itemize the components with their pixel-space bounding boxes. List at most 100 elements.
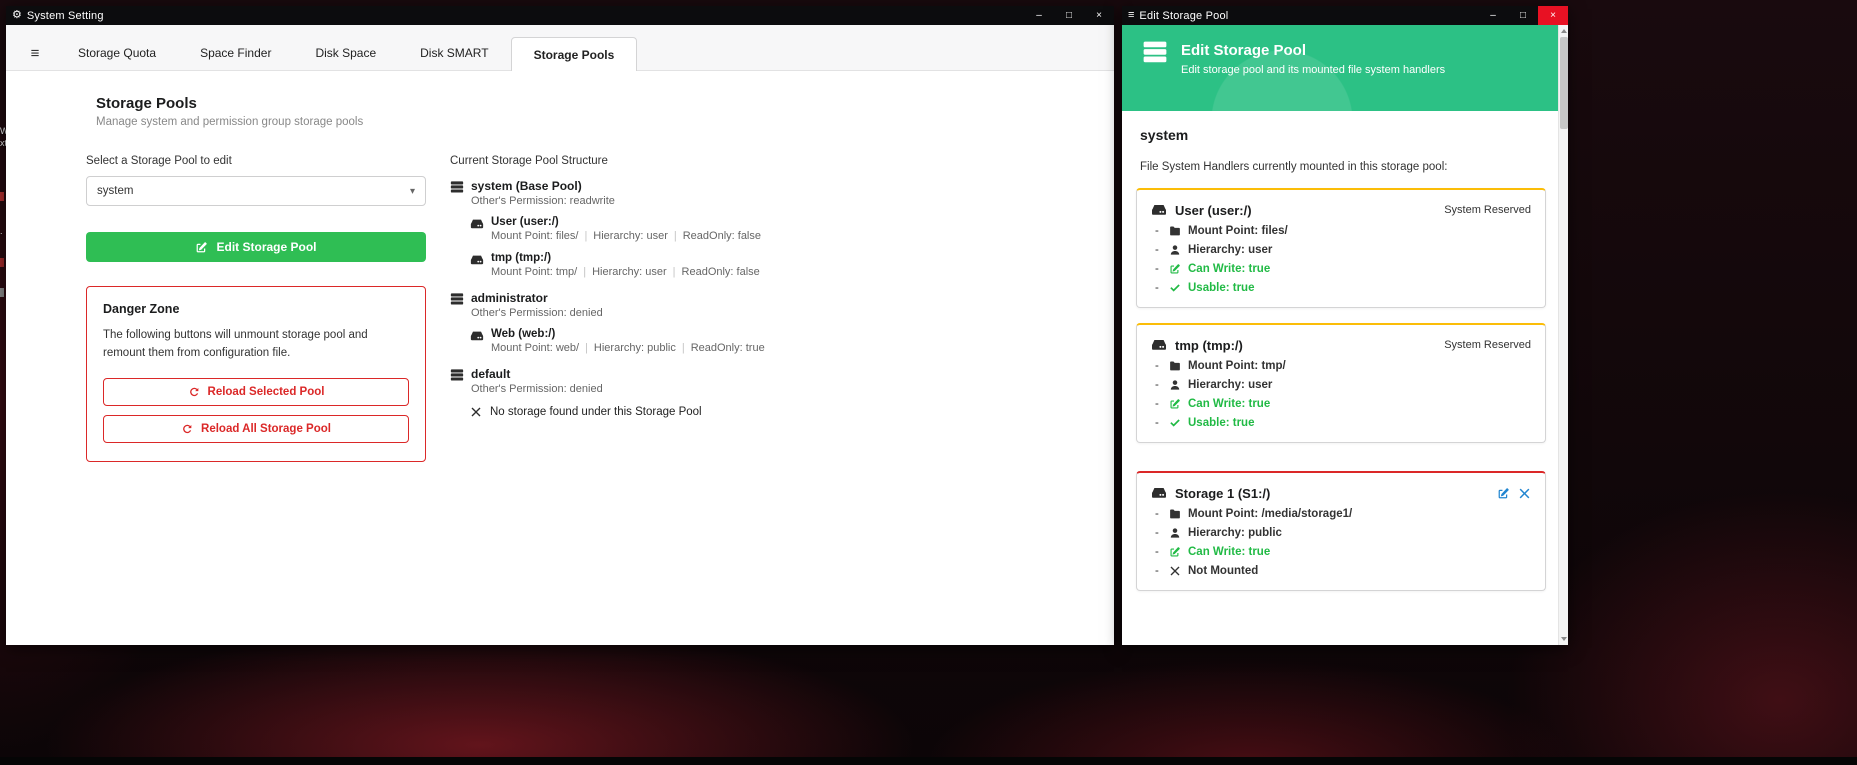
editing-pool-name: system	[1140, 127, 1546, 143]
edit-handler-button[interactable]	[1497, 487, 1510, 500]
dash: -	[1155, 244, 1169, 256]
minimize-button[interactable]: –	[1478, 6, 1508, 25]
tab-bar: ≡ Storage Quota Space Finder Disk Space …	[6, 25, 1114, 71]
selected-pool-value: system	[97, 185, 133, 197]
close-button[interactable]: ×	[1084, 6, 1114, 25]
scrollbar-thumb[interactable]	[1560, 37, 1568, 129]
taskbar[interactable]	[0, 757, 1857, 765]
main-window-titlebar[interactable]: ⚙ System Setting – □ ×	[6, 6, 1114, 25]
hdd-icon	[470, 328, 484, 354]
edit-icon	[195, 241, 208, 254]
storage-details: Mount Point: web/|Hierarchy: public|Read…	[491, 342, 765, 354]
scroll-down-arrow[interactable]	[1561, 637, 1567, 641]
edit-icon	[1169, 398, 1181, 410]
menu-icon[interactable]: ≡	[14, 36, 56, 70]
handler-row: - Usable: true	[1151, 417, 1531, 429]
divider: |	[585, 342, 588, 354]
reload-selected-pool-label: Reload Selected Pool	[208, 386, 325, 398]
storage-details: Mount Point: tmp/|Hierarchy: user|ReadOn…	[491, 266, 760, 278]
scrollbar[interactable]	[1558, 25, 1568, 645]
desktop-icon-fragment	[0, 192, 4, 201]
divider: |	[674, 230, 677, 242]
storage-pool-tree: system (Base Pool) Other's Permission: r…	[450, 179, 1114, 418]
tab-space-finder[interactable]: Space Finder	[178, 36, 293, 70]
danger-zone-description: The following buttons will unmount stora…	[103, 327, 409, 363]
divider: |	[583, 266, 586, 278]
tab-storage-pools[interactable]: Storage Pools	[511, 37, 638, 71]
dash: -	[1155, 360, 1169, 372]
handler-row: - Mount Point: tmp/	[1151, 360, 1531, 372]
edit-storage-pool-button[interactable]: Edit Storage Pool	[86, 232, 426, 262]
storage-pool-icon	[1142, 39, 1168, 65]
storage-details: Mount Point: files/|Hierarchy: user|Read…	[491, 230, 761, 242]
close-button[interactable]: ×	[1538, 6, 1568, 25]
maximize-button[interactable]: □	[1054, 6, 1084, 25]
empty-pool-message: No storage found under this Storage Pool	[470, 406, 1114, 418]
side-window-titlebar[interactable]: ≡ Edit Storage Pool – □ ×	[1122, 6, 1568, 25]
system-reserved-badge: System Reserved	[1444, 339, 1531, 351]
dash: -	[1155, 417, 1169, 429]
edit-storage-pool-window: ≡ Edit Storage Pool – □ × Edit Storage P…	[1122, 6, 1568, 645]
divider: |	[584, 230, 587, 242]
handler-name: Storage 1 (S1:/)	[1175, 486, 1270, 501]
hdd-icon	[1151, 485, 1167, 501]
fs-handler-card-storage1: Storage 1 (S1:/) - Mount Point: /media/s…	[1136, 471, 1546, 591]
times-icon	[1169, 565, 1181, 577]
divider: |	[682, 342, 685, 354]
maximize-button[interactable]: □	[1508, 6, 1538, 25]
edit-icon	[1169, 263, 1181, 275]
minimize-button[interactable]: –	[1024, 6, 1054, 25]
storage-pool-select[interactable]: system ▾	[86, 176, 426, 206]
dash: -	[1155, 546, 1169, 558]
handler-row: - Usable: true	[1151, 282, 1531, 294]
scroll-up-arrow[interactable]	[1561, 29, 1567, 33]
structure-label: Current Storage Pool Structure	[450, 155, 1114, 167]
remove-handler-button[interactable]	[1518, 487, 1531, 500]
edit-icon	[1169, 546, 1181, 558]
chevron-down-icon: ▾	[410, 186, 415, 197]
dash: -	[1155, 263, 1169, 275]
divider: |	[673, 266, 676, 278]
tab-storage-quota[interactable]: Storage Quota	[56, 36, 178, 70]
reload-all-pool-button[interactable]: Reload All Storage Pool	[103, 415, 409, 443]
reload-selected-pool-button[interactable]: Reload Selected Pool	[103, 378, 409, 406]
tab-disk-space[interactable]: Disk Space	[293, 36, 398, 70]
storage-name: User (user:/)	[491, 216, 761, 228]
server-icon	[450, 291, 464, 319]
handler-row: - Not Mounted	[1151, 565, 1531, 577]
handler-row: - Hierarchy: user	[1151, 379, 1531, 391]
banner-title: Edit Storage Pool	[1181, 42, 1445, 59]
system-setting-window: ⚙ System Setting – □ × ≡ Storage Quota S…	[6, 6, 1114, 645]
desktop-icon-fragment	[0, 288, 4, 297]
user-icon	[1169, 527, 1181, 539]
handler-row: - Can Write: true	[1151, 546, 1531, 558]
select-pool-label: Select a Storage Pool to edit	[86, 155, 426, 167]
pool-permission: Other's Permission: denied	[471, 307, 603, 319]
times-icon	[470, 406, 482, 418]
folder-icon	[1169, 508, 1181, 520]
pool-node-system: system (Base Pool) Other's Permission: r…	[450, 179, 1114, 278]
dash: -	[1155, 398, 1169, 410]
dash: -	[1155, 225, 1169, 237]
pool-structure-column: Current Storage Pool Structure system (B…	[450, 155, 1114, 462]
fs-handler-card-tmp: tmp (tmp:/) System Reserved - Mount Poin…	[1136, 323, 1546, 443]
hdd-icon	[1151, 202, 1167, 218]
reload-all-pool-label: Reload All Storage Pool	[201, 423, 331, 435]
dash: -	[1155, 379, 1169, 391]
storage-name: tmp (tmp:/)	[491, 252, 760, 264]
server-icon	[450, 179, 464, 207]
side-window-title: Edit Storage Pool	[1139, 10, 1228, 22]
tab-disk-smart[interactable]: Disk SMART	[398, 36, 510, 70]
storage-node: Web (web:/) Mount Point: web/|Hierarchy:…	[470, 328, 1114, 354]
dash: -	[1155, 565, 1169, 577]
desktop-icon-label-fragment: .	[0, 226, 3, 236]
pool-node-administrator: administrator Other's Permission: denied…	[450, 291, 1114, 354]
desktop-icon-fragment	[0, 258, 4, 267]
danger-zone-title: Danger Zone	[103, 302, 409, 316]
hdd-icon	[1151, 337, 1167, 353]
pool-node-default: default Other's Permission: denied No st…	[450, 367, 1114, 418]
dash: -	[1155, 508, 1169, 520]
user-icon	[1169, 244, 1181, 256]
refresh-icon	[181, 423, 193, 435]
pool-permission: Other's Permission: readwrite	[471, 195, 615, 207]
